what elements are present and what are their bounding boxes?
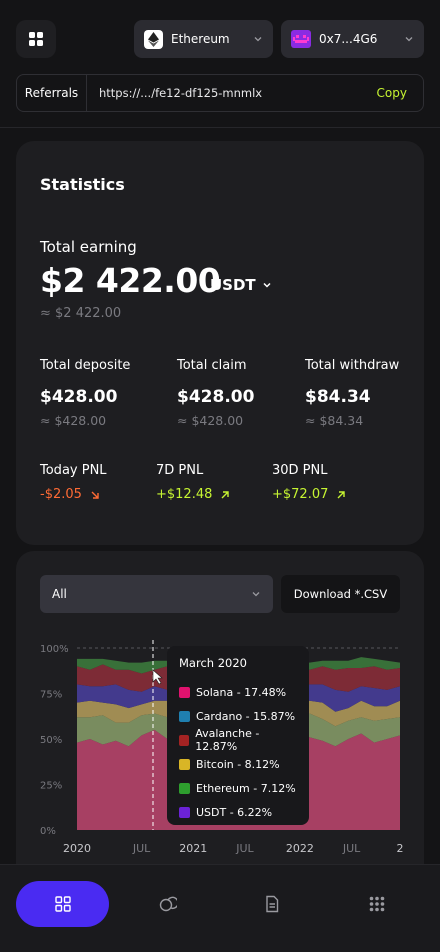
pnl-7d: 7D PNL +$12.48 <box>156 463 230 502</box>
chain-select[interactable]: Ethereum <box>134 20 273 58</box>
metric-total-deposite: Total deposite $428.00 ≈ $428.00 <box>40 358 130 428</box>
pnl-label: 30D PNL <box>272 463 328 478</box>
y-tick-label: 100% <box>40 644 69 655</box>
referral-bar: Referrals https://.../fe12-df125-mnmlx C… <box>16 74 424 112</box>
filter-value: All <box>52 587 67 601</box>
chevron-down-icon <box>263 282 271 288</box>
dashboard-icon <box>54 896 71 912</box>
referral-label: Referrals <box>17 75 87 111</box>
coins-icon <box>159 896 177 912</box>
pnl-30d: 30D PNL +$72.07 <box>272 463 346 502</box>
legend-swatch <box>179 710 190 722</box>
chevron-down-icon <box>252 592 260 597</box>
copy-button[interactable]: Copy <box>377 86 423 100</box>
pnl-value: +$72.07 <box>272 487 329 502</box>
statistics-title: Statistics <box>40 175 125 194</box>
metric-total-withdraw: Total withdraw $84.34 ≈ $84.34 <box>305 358 399 428</box>
total-earning-approx: ≈ $2 422.00 <box>40 306 122 321</box>
tooltip-label: Avalanche - 12.87% <box>195 727 260 753</box>
nav-coins[interactable] <box>145 881 191 927</box>
referral-url[interactable]: https://.../fe12-df125-mnmlx <box>87 86 377 100</box>
apps-icon <box>369 896 385 912</box>
tooltip-label: Bitcoin - 8.12% <box>196 757 280 771</box>
tooltip-row: USDT - 6.22% <box>179 800 297 824</box>
legend-swatch <box>179 686 190 698</box>
metric-total-claim: Total claim $428.00 ≈ $428.00 <box>177 358 254 428</box>
legend-swatch <box>179 806 190 818</box>
x-tick-label: 2020 <box>63 842 91 855</box>
chart-card: All Download *.CSV 100% 75% 50% 25% 0% 2020 JU… <box>16 551 424 891</box>
tooltip-label: Ethereum - 7.12% <box>196 781 296 795</box>
currency-unit: USDT <box>210 276 256 294</box>
download-csv-button[interactable]: Download *.CSV <box>281 575 400 613</box>
chart-tooltip: March 2020 Solana - 17.48% Cardano - 15.8… <box>167 646 309 825</box>
y-tick-label: 75% <box>40 690 62 701</box>
bottom-nav <box>0 864 440 952</box>
arrow-down-right-icon <box>91 491 99 499</box>
legend-swatch <box>179 758 190 770</box>
ethereum-icon <box>144 29 163 49</box>
pnl-value: -$2.05 <box>40 487 82 502</box>
tooltip-row: Ethereum - 7.12% <box>179 776 297 800</box>
tooltip-label: USDT - 6.22% <box>196 805 273 819</box>
tooltip-row: Cardano - 15.87% <box>179 704 297 728</box>
nav-apps[interactable] <box>354 881 400 927</box>
x-tick-label: 2021 <box>179 842 207 855</box>
pnl-label: Today PNL <box>40 463 107 478</box>
y-tick-label: 0% <box>40 826 56 837</box>
metric-approx: ≈ $428.00 <box>177 413 244 428</box>
pnl-value: +$12.48 <box>156 487 213 502</box>
arrow-up-right-icon <box>221 490 230 498</box>
pnl-today: Today PNL -$2.05 <box>40 463 107 502</box>
y-tick-label: 50% <box>40 735 62 746</box>
metric-value: $84.34 <box>305 387 371 407</box>
chevron-down-icon <box>405 37 413 42</box>
arrow-up-right-icon <box>337 490 346 498</box>
x-tick-label: JUL <box>235 842 254 855</box>
grid-icon <box>29 32 43 46</box>
tooltip-label: Cardano - 15.87% <box>196 709 296 723</box>
statistics-card: Statistics Total earning $2 422.00 USDT … <box>16 141 424 545</box>
metric-label: Total deposite <box>40 358 131 373</box>
y-tick-label: 25% <box>40 781 62 792</box>
metric-value: $428.00 <box>40 387 118 407</box>
x-tick-label: JUL <box>132 842 151 855</box>
legend-swatch <box>179 734 190 746</box>
total-earning-label: Total earning <box>40 238 137 256</box>
currency-unit-select[interactable]: USDT <box>210 276 272 294</box>
tooltip-title: March 2020 <box>179 656 247 670</box>
metric-value: $428.00 <box>177 387 255 407</box>
tooltip-label: Solana - 17.48% <box>196 685 287 699</box>
pnl-label: 7D PNL <box>156 463 204 478</box>
legend-swatch <box>179 782 190 794</box>
x-tick-label: 2 <box>397 842 404 855</box>
asset-filter-select[interactable]: All <box>40 575 273 613</box>
tooltip-row: Bitcoin - 8.12% <box>179 752 297 776</box>
wallet-avatar <box>291 30 311 48</box>
metric-label: Total withdraw <box>305 358 400 373</box>
tooltip-row: Solana - 17.48% <box>179 680 297 704</box>
x-tick-label: 2022 <box>286 842 314 855</box>
nav-dashboard[interactable] <box>16 881 109 927</box>
nav-documents[interactable] <box>249 881 295 927</box>
chevron-down-icon <box>254 37 262 42</box>
total-earning-value: $2 422.00 <box>40 261 221 300</box>
x-tick-label: JUL <box>342 842 361 855</box>
wallet-address: 0x7...4G6 <box>319 32 378 46</box>
metric-approx: ≈ $428.00 <box>40 413 107 428</box>
top-bar: Ethereum 0x7...4G6 <box>16 20 424 58</box>
chain-label: Ethereum <box>171 32 230 46</box>
tooltip-row: Avalanche - 12.87% <box>179 727 297 753</box>
metric-approx: ≈ $84.34 <box>305 413 364 428</box>
menu-button[interactable] <box>16 20 56 58</box>
document-icon <box>266 895 279 913</box>
divider <box>0 127 440 128</box>
metric-label: Total claim <box>177 358 247 373</box>
wallet-select[interactable]: 0x7...4G6 <box>281 20 424 58</box>
